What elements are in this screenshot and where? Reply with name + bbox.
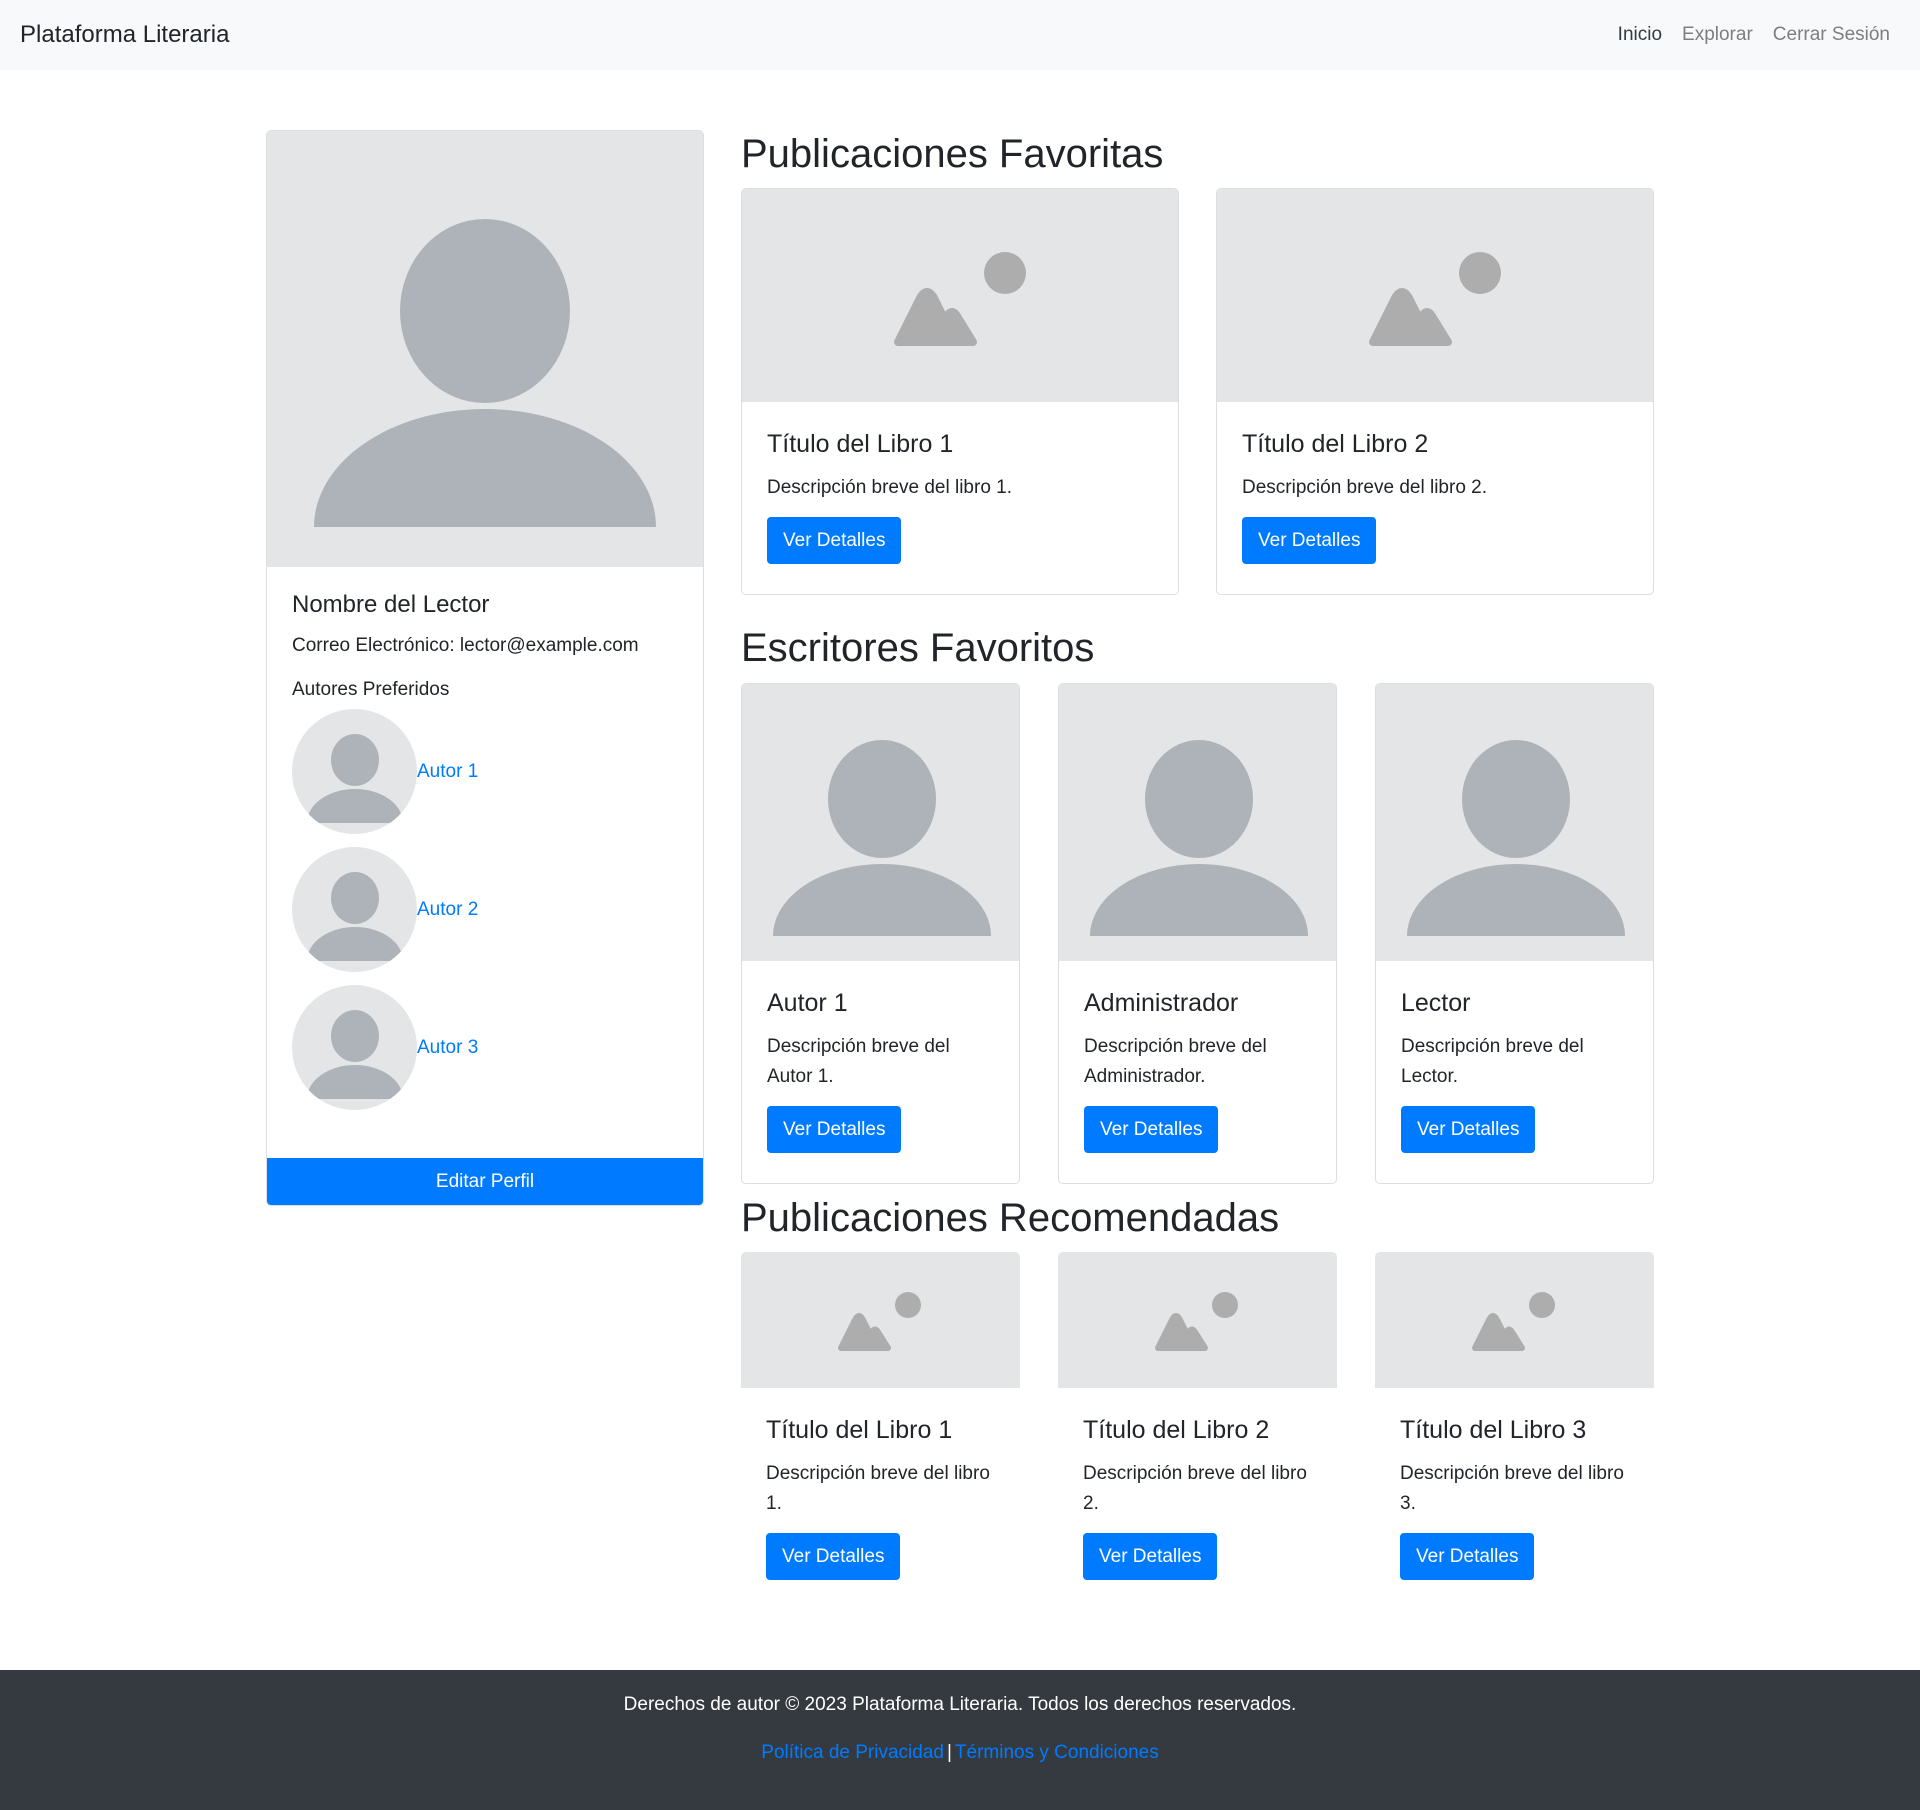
person-silhouette-icon (773, 740, 991, 936)
book-title: Título del Libro 2 (1083, 1416, 1270, 1444)
book-image (741, 1252, 1020, 1388)
writer-name: Autor 1 (767, 989, 848, 1017)
nav-link-inicio[interactable]: Inicio (1618, 24, 1662, 46)
profile-photo (267, 131, 703, 567)
person-silhouette-icon (1090, 740, 1308, 936)
book-image (1375, 1252, 1654, 1388)
image-landscape-icon (838, 1292, 921, 1351)
writer-name: Lector (1401, 989, 1471, 1017)
view-details-button[interactable]: Ver Detalles (1083, 1533, 1218, 1580)
writer-photo (1376, 684, 1653, 961)
view-details-button[interactable]: Ver Detalles (1400, 1533, 1535, 1580)
favorite-book-card: Título del Libro 2 Descripción breve del… (1216, 188, 1654, 595)
book-title: Título del Libro 1 (767, 430, 954, 458)
image-landscape-icon (1369, 252, 1501, 346)
preferred-author-item: Autor 1 (292, 709, 678, 834)
book-description: Descripción breve del libro 2. (1083, 1463, 1307, 1514)
writer-photo (742, 684, 1019, 961)
author-avatar (292, 847, 417, 972)
book-title: Título del Libro 1 (766, 1416, 953, 1444)
writer-description: Descripción breve del Administrador. (1084, 1036, 1267, 1087)
view-details-button[interactable]: Ver Detalles (767, 1106, 902, 1153)
book-title: Título del Libro 2 (1242, 430, 1429, 458)
favorite-writer-card: Administrador Descripción breve del Admi… (1058, 683, 1337, 1184)
author-avatar (292, 985, 417, 1110)
favorite-book-card: Título del Libro 1 Descripción breve del… (741, 188, 1179, 595)
writer-name: Administrador (1084, 989, 1239, 1017)
footer-copyright: Derechos de autor © 2023 Plataforma Lite… (623, 1694, 1297, 1715)
book-image (1217, 189, 1653, 402)
writer-photo (1059, 684, 1336, 961)
navbar: Plataforma Literaria Inicio Explorar Cer… (0, 0, 1920, 70)
profile-name: Nombre del Lector (292, 591, 490, 618)
recommended-book-card: Título del Libro 3 Descripción breve del… (1375, 1252, 1654, 1592)
profile-email: Correo Electrónico: lector@example.com (292, 635, 639, 656)
book-description: Descripción breve del libro 1. (767, 477, 1013, 498)
view-details-button[interactable]: Ver Detalles (766, 1533, 901, 1580)
recommended-section-title: Publicaciones Recomendadas (741, 1196, 1280, 1240)
author-link-3[interactable]: Autor 3 (417, 1037, 478, 1059)
footer-links: Política de Privacidad | Términos y Condic… (0, 1742, 1920, 1764)
recommended-book-card: Título del Libro 1 Descripción breve del… (741, 1252, 1020, 1592)
footer: Derechos de autor © 2023 Plataforma Lite… (0, 1670, 1920, 1810)
book-description: Descripción breve del libro 2. (1242, 477, 1488, 498)
author-link-1[interactable]: Autor 1 (417, 761, 478, 783)
edit-profile-button[interactable]: Editar Perfil (267, 1158, 703, 1205)
preferred-author-item: Autor 2 (292, 847, 678, 972)
person-silhouette-icon (307, 734, 403, 823)
favorites-section-title: Publicaciones Favoritas (741, 132, 1164, 176)
preferred-authors-title: Autores Preferidos (292, 679, 450, 700)
book-image (1058, 1252, 1337, 1388)
preferred-author-item: Autor 3 (292, 985, 678, 1110)
privacy-policy-link[interactable]: Política de Privacidad (761, 1742, 944, 1763)
image-landscape-icon (894, 252, 1026, 346)
nav-links: Inicio Explorar Cerrar Sesión (1618, 24, 1890, 46)
view-details-button[interactable]: Ver Detalles (767, 517, 902, 564)
view-details-button[interactable]: Ver Detalles (1401, 1106, 1536, 1153)
writers-section-title: Escritores Favoritos (741, 626, 1095, 670)
writer-description: Descripción breve del Autor 1. (767, 1036, 950, 1087)
footer-separator: | (946, 1742, 952, 1763)
person-silhouette-icon (314, 219, 656, 527)
book-image (742, 189, 1178, 402)
image-landscape-icon (1155, 1292, 1238, 1351)
recommended-book-card: Título del Libro 2 Descripción breve del… (1058, 1252, 1337, 1592)
book-description: Descripción breve del libro 1. (766, 1463, 990, 1514)
person-silhouette-icon (1407, 740, 1625, 936)
person-silhouette-icon (307, 1010, 403, 1099)
profile-card: Nombre del Lector Correo Electrónico: le… (266, 130, 704, 1206)
person-silhouette-icon (307, 872, 403, 961)
nav-link-cerrar-sesion[interactable]: Cerrar Sesión (1773, 24, 1890, 46)
view-details-button[interactable]: Ver Detalles (1242, 517, 1377, 564)
view-details-button[interactable]: Ver Detalles (1084, 1106, 1219, 1153)
brand-link[interactable]: Plataforma Literaria (20, 21, 229, 49)
author-link-2[interactable]: Autor 2 (417, 899, 478, 921)
book-description: Descripción breve del libro 3. (1400, 1463, 1624, 1514)
favorite-writer-card: Autor 1 Descripción breve del Autor 1. V… (741, 683, 1020, 1184)
nav-link-explorar[interactable]: Explorar (1682, 24, 1753, 46)
favorite-writer-card: Lector Descripción breve del Lector. Ver… (1375, 683, 1654, 1184)
image-landscape-icon (1472, 1292, 1555, 1351)
terms-link[interactable]: Términos y Condiciones (955, 1742, 1159, 1763)
author-avatar (292, 709, 417, 834)
profile-body: Nombre del Lector Correo Electrónico: le… (267, 567, 703, 1110)
writer-description: Descripción breve del Lector. (1401, 1036, 1584, 1087)
book-title: Título del Libro 3 (1400, 1416, 1587, 1444)
